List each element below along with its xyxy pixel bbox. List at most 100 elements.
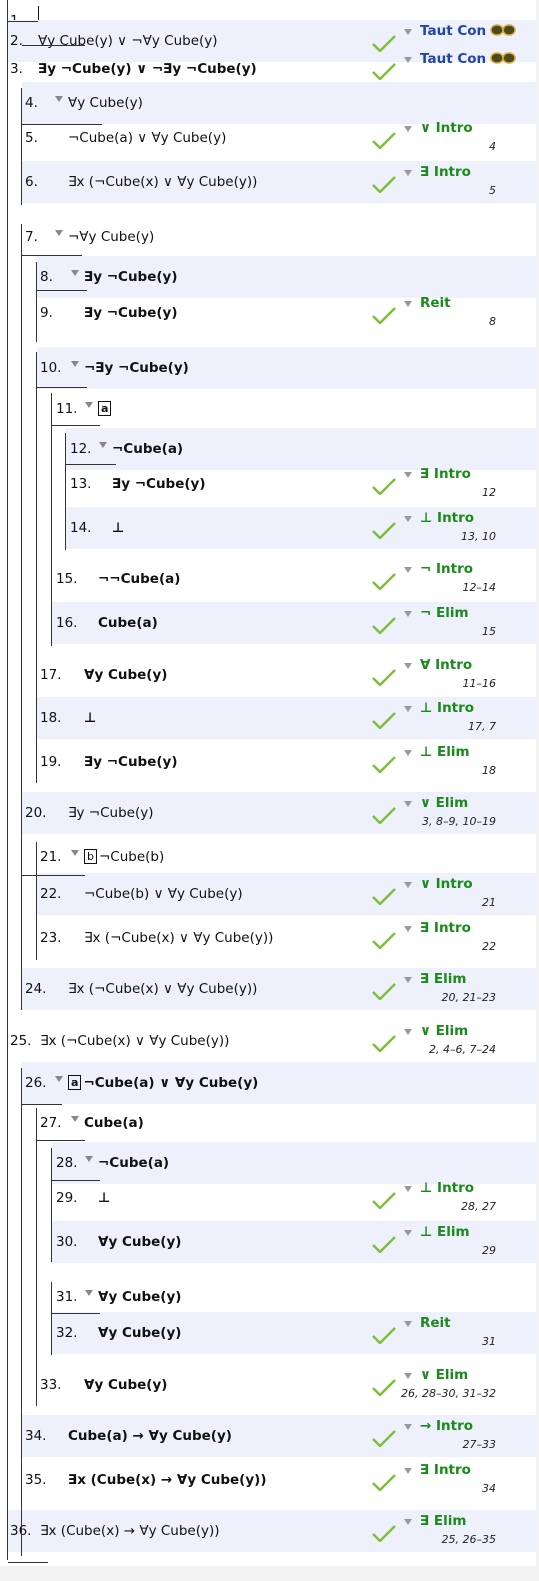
step-formula[interactable]: Cube(a): [84, 1115, 144, 1131]
rule-dropdown-icon[interactable]: [404, 301, 412, 307]
proof-step[interactable]: 18. ⊥ ⊥ Intro 17, 7: [0, 697, 536, 739]
rule-dropdown-icon[interactable]: [404, 1373, 412, 1379]
rule-dropdown-icon[interactable]: [404, 926, 412, 932]
rule-label[interactable]: Taut Con: [420, 23, 516, 39]
assumption-toggle-icon[interactable]: [85, 1156, 93, 1162]
rule-dropdown-icon[interactable]: [404, 1321, 412, 1327]
step-formula[interactable]: ∀y Cube(y): [84, 667, 167, 683]
rule-label[interactable]: ∨ Intro: [420, 120, 473, 136]
rule-label[interactable]: ∨ Intro: [420, 876, 473, 892]
proof-step[interactable]: 14. ⊥ ⊥ Intro 13, 10: [0, 507, 536, 549]
proof-step[interactable]: 7. ¬∀y Cube(y): [0, 216, 536, 258]
rule-label[interactable]: ⊥ Intro: [420, 510, 474, 526]
rule-label[interactable]: Reit: [420, 295, 451, 311]
rule-dropdown-icon[interactable]: [404, 472, 412, 478]
step-formula[interactable]: ∀y Cube(y): [98, 1234, 181, 1250]
step-formula[interactable]: ⊥: [84, 710, 96, 726]
proof-step[interactable]: 23. ∃x (¬Cube(x) ∨ ∀y Cube(y)) ∃ Intro 22: [0, 917, 536, 959]
step-formula[interactable]: ∀y Cube(y): [68, 95, 143, 111]
rule-label[interactable]: → Intro: [420, 1418, 473, 1434]
step-formula[interactable]: ¬Cube(b) ∨ ∀y Cube(y): [84, 886, 243, 902]
proof-step[interactable]: 17. ∀y Cube(y) ∀ Intro 11–16: [0, 654, 536, 696]
glasses-icon[interactable]: [490, 52, 516, 64]
proof-step[interactable]: 6. ∃x (¬Cube(x) ∨ ∀y Cube(y)) ∃ Intro 5: [0, 161, 536, 203]
proof-step[interactable]: 11. a: [0, 388, 536, 430]
rule-dropdown-icon[interactable]: [404, 1230, 412, 1236]
proof-step[interactable]: 20. ∃y ¬Cube(y) ∨ Elim 3, 8–9, 10–19: [0, 792, 536, 834]
proof-step[interactable]: 34. Cube(a) → ∀y Cube(y) → Intro 27–33: [0, 1415, 536, 1457]
proof-step[interactable]: 9. ∃y ¬Cube(y) Reit 8: [0, 292, 536, 334]
rule-label[interactable]: ∨ Elim: [420, 1023, 468, 1039]
rule-label[interactable]: Reit: [420, 1315, 451, 1331]
rule-label[interactable]: ∃ Intro: [420, 164, 471, 180]
assumption-toggle-icon[interactable]: [71, 270, 79, 276]
rule-dropdown-icon[interactable]: [404, 977, 412, 983]
rule-dropdown-icon[interactable]: [404, 126, 412, 132]
assumption-toggle-icon[interactable]: [85, 1290, 93, 1296]
rule-dropdown-icon[interactable]: [404, 1519, 412, 1525]
step-formula[interactable]: ¬Cube(a): [98, 1155, 169, 1171]
rule-dropdown-icon[interactable]: [404, 516, 412, 522]
proof-step[interactable]: 29. ⊥ ⊥ Intro 28, 27: [0, 1177, 536, 1219]
rule-dropdown-icon[interactable]: [404, 1029, 412, 1035]
proof-step[interactable]: 19. ∃y ¬Cube(y) ⊥ Elim 18: [0, 741, 536, 783]
rule-dropdown-icon[interactable]: [404, 801, 412, 807]
assumption-toggle-icon[interactable]: [55, 96, 63, 102]
rule-dropdown-icon[interactable]: [404, 706, 412, 712]
rule-dropdown-icon[interactable]: [404, 882, 412, 888]
rule-dropdown-icon[interactable]: [404, 750, 412, 756]
proof-step[interactable]: 21. b ¬Cube(b): [0, 836, 536, 878]
step-formula[interactable]: ¬Cube(a) ∨ ∀y Cube(y): [68, 130, 226, 146]
assumption-toggle-icon[interactable]: [55, 1076, 63, 1082]
rule-label[interactable]: ¬ Intro: [420, 561, 473, 577]
step-formula[interactable]: ∃x (¬Cube(x) ∨ ∀y Cube(y)): [68, 981, 257, 997]
step-formula[interactable]: ∃y ¬Cube(y): [112, 476, 206, 492]
step-formula[interactable]: ∃y ¬Cube(y) ∨ ¬∃y ¬Cube(y): [38, 61, 257, 77]
step-formula[interactable]: b ¬Cube(b): [84, 849, 164, 865]
step-formula[interactable]: Cube(a): [98, 615, 158, 631]
rule-dropdown-icon[interactable]: [404, 57, 412, 63]
step-formula[interactable]: ⊥: [112, 520, 124, 536]
step-formula[interactable]: ¬∃y ¬Cube(y): [84, 360, 189, 376]
step-formula[interactable]: ∀y Cube(y): [98, 1289, 181, 1305]
assumption-toggle-icon[interactable]: [71, 1116, 79, 1122]
step-formula[interactable]: ∃y ¬Cube(y): [68, 805, 154, 821]
step-formula[interactable]: ∀y Cube(y) ∨ ¬∀y Cube(y): [38, 33, 218, 49]
rule-dropdown-icon[interactable]: [404, 567, 412, 573]
glasses-icon[interactable]: [490, 24, 516, 36]
assumption-toggle-icon[interactable]: [85, 402, 93, 408]
rule-label[interactable]: ⊥ Intro: [420, 700, 474, 716]
rule-label[interactable]: ∃ Intro: [420, 920, 471, 936]
rule-dropdown-icon[interactable]: [404, 1424, 412, 1430]
step-formula[interactable]: ⊥: [98, 1190, 110, 1206]
step-formula[interactable]: ∃x (Cube(x) → ∀y Cube(y)): [68, 1472, 267, 1488]
step-formula[interactable]: a: [98, 401, 113, 417]
rule-dropdown-icon[interactable]: [404, 611, 412, 617]
rule-label[interactable]: ∃ Elim: [420, 971, 466, 987]
rule-label[interactable]: ⊥ Elim: [420, 1224, 470, 1240]
proof-step[interactable]: 26. a ¬Cube(a) ∨ ∀y Cube(y): [0, 1062, 536, 1104]
proof-step[interactable]: 22. ¬Cube(b) ∨ ∀y Cube(y) ∨ Intro 21: [0, 873, 536, 915]
proof-step[interactable]: 25. ∃x (¬Cube(x) ∨ ∀y Cube(y)) ∨ Elim 2, 4–…: [0, 1020, 536, 1062]
rule-label[interactable]: ⊥ Elim: [420, 744, 470, 760]
rule-label[interactable]: ∀ Intro: [420, 657, 472, 673]
step-formula[interactable]: ∃y ¬Cube(y): [84, 269, 178, 285]
proof-step[interactable]: 35. ∃x (Cube(x) → ∀y Cube(y)) ∃ Intro 34: [0, 1459, 536, 1501]
rule-dropdown-icon[interactable]: [404, 663, 412, 669]
assumption-toggle-icon[interactable]: [99, 442, 107, 448]
proof-step[interactable]: 24. ∃x (¬Cube(x) ∨ ∀y Cube(y)) ∃ Elim 20, 2…: [0, 968, 536, 1010]
rule-label[interactable]: ∃ Intro: [420, 1462, 471, 1478]
proof-step[interactable]: 16. Cube(a) ¬ Elim 15: [0, 602, 536, 644]
proof-step[interactable]: 30. ∀y Cube(y) ⊥ Elim 29: [0, 1221, 536, 1263]
assumption-toggle-icon[interactable]: [71, 361, 79, 367]
rule-dropdown-icon[interactable]: [404, 1186, 412, 1192]
step-formula[interactable]: ∃x (¬Cube(x) ∨ ∀y Cube(y)): [40, 1033, 229, 1049]
proof-step[interactable]: 27. Cube(a): [0, 1102, 536, 1144]
step-formula[interactable]: ∀y Cube(y): [98, 1325, 181, 1341]
step-formula[interactable]: a ¬Cube(a) ∨ ∀y Cube(y): [68, 1075, 258, 1091]
rule-dropdown-icon[interactable]: [404, 170, 412, 176]
proof-step[interactable]: 13. ∃y ¬Cube(y) ∃ Intro 12: [0, 463, 536, 505]
step-formula[interactable]: ∃x (¬Cube(x) ∨ ∀y Cube(y)): [68, 174, 257, 190]
rule-label[interactable]: Taut Con: [420, 51, 516, 67]
assumption-toggle-icon[interactable]: [71, 850, 79, 856]
